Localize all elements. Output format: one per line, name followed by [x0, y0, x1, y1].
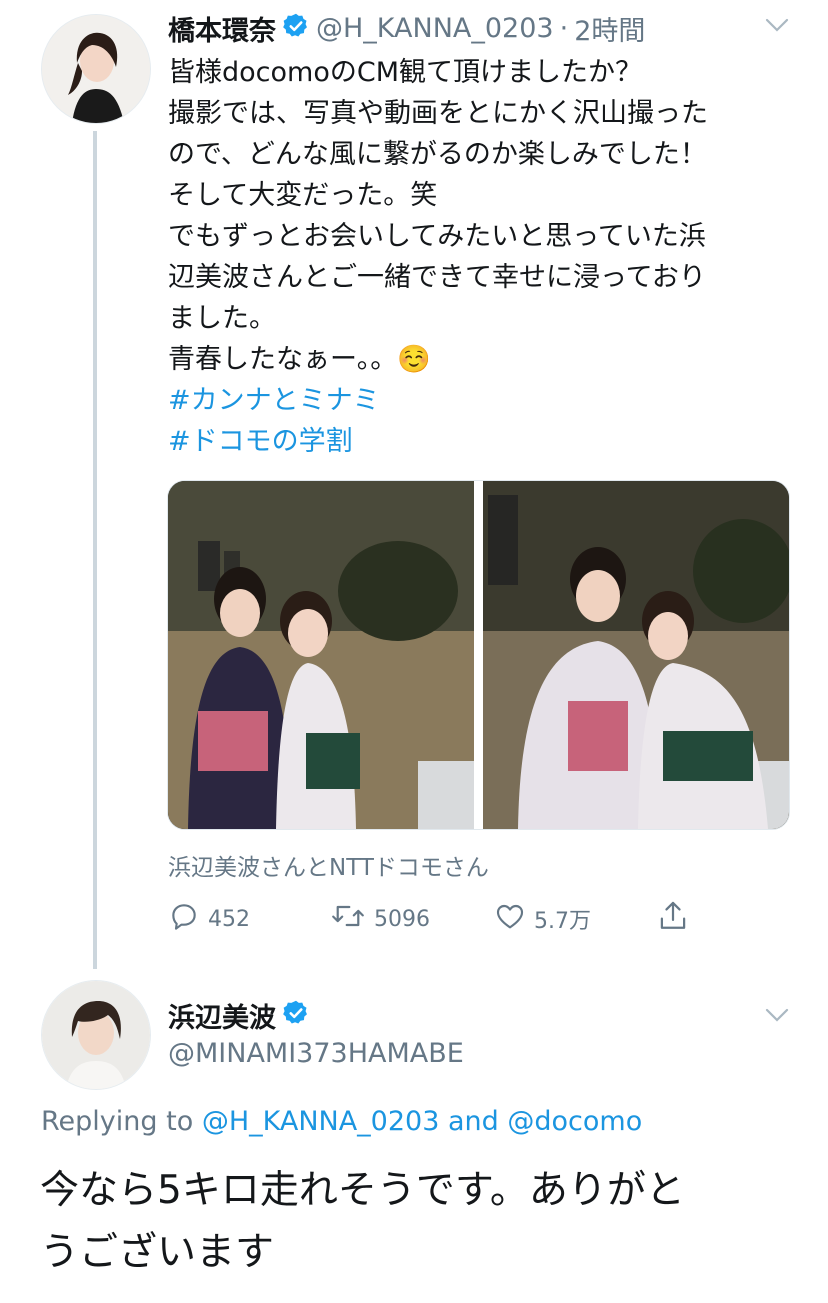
tweet1-line: そして大変だった。笑 — [168, 180, 438, 211]
like-count: 5.7万 — [534, 909, 591, 934]
reply-count: 452 — [208, 906, 250, 932]
replying-and: and — [448, 1106, 499, 1137]
like-icon — [494, 900, 526, 938]
tweet2-header: 浜辺美波 — [168, 996, 310, 1034]
like-button[interactable]: 5.7万 — [494, 899, 591, 939]
avatar-hashimoto[interactable] — [41, 14, 151, 124]
tweet2-handle[interactable]: @MINAMI373HAMABE — [168, 1038, 464, 1069]
tweet2-line: うございます — [40, 1230, 275, 1275]
tweet2-display-name[interactable]: 浜辺美波 — [168, 996, 276, 1035]
tweet1-timestamp[interactable]: 2時間 — [574, 9, 645, 48]
tweet1-body: 皆様docomoのCM観て頂けましたか？ 撮影では、写真や動画をとにかく沢山撮っ… — [168, 52, 788, 462]
tweet1-line: でもずっとお会いしてみたいと思っていた浜 — [168, 221, 706, 252]
tweet1-line: 辺美波さんとご一緒できて幸せに浸っており — [168, 262, 706, 293]
replying-user-link[interactable]: @docomo — [507, 1106, 642, 1137]
chevron-down-icon[interactable] — [764, 1006, 790, 1028]
tweet2-body: 今なら5キロ走れそうです。ありがと うございます — [40, 1160, 685, 1284]
avatar-hashimoto-photo — [42, 15, 150, 123]
photo-right[interactable] — [483, 481, 789, 829]
replying-to-line: Replying to @H_KANNA_0203 and @docomo — [41, 1106, 642, 1137]
tweet1-line: ので、どんな風に繋がるのか楽しみでした！ — [168, 139, 707, 170]
tweet1-line: ました。 — [168, 303, 276, 334]
avatar-hamabe[interactable] — [41, 980, 151, 1090]
tweet1-separator: · — [559, 12, 569, 44]
tweet1-media-grid — [167, 480, 790, 830]
replying-user-link[interactable]: @H_KANNA_0203 — [202, 1106, 440, 1137]
tweet1-display-name[interactable]: 橋本環奈 — [168, 9, 276, 48]
reply-icon — [168, 900, 200, 938]
photo-left[interactable] — [168, 481, 474, 829]
share-icon — [657, 899, 689, 939]
tweet1-header: 橋本環奈 @H_KANNA_0203 · 2時間 — [168, 8, 645, 48]
tweet1-media-caption[interactable]: 浜辺美波さんとNTTドコモさん — [168, 848, 489, 882]
hashtag-link[interactable]: #ドコモの学割 — [168, 421, 788, 462]
thread-connector-line — [93, 131, 97, 969]
chevron-down-icon[interactable] — [764, 16, 790, 38]
verified-badge-icon — [282, 999, 310, 1031]
replying-prefix: Replying to — [41, 1106, 194, 1137]
retweet-count: 5096 — [374, 906, 430, 932]
hashtag-link[interactable]: #カンナとミナミ — [168, 380, 788, 421]
tweet2-line: 今なら5キロ走れそうです。ありがと — [40, 1168, 685, 1213]
tweet1-line: 撮影では、写真や動画をとにかく沢山撮った — [168, 98, 708, 129]
tweet1-handle[interactable]: @H_KANNA_0203 — [316, 13, 554, 44]
tweet1-line: 皆様docomoのCM観て頂けましたか？ — [168, 57, 642, 88]
avatar-hamabe-photo — [42, 981, 150, 1089]
retweet-icon — [330, 900, 366, 938]
tweet1-line: 青春したなぁー。。☺️ — [168, 344, 431, 375]
verified-badge-icon — [282, 12, 310, 44]
reply-button[interactable]: 452 — [168, 899, 250, 939]
share-button[interactable] — [657, 899, 689, 939]
retweet-button[interactable]: 5096 — [330, 899, 430, 939]
